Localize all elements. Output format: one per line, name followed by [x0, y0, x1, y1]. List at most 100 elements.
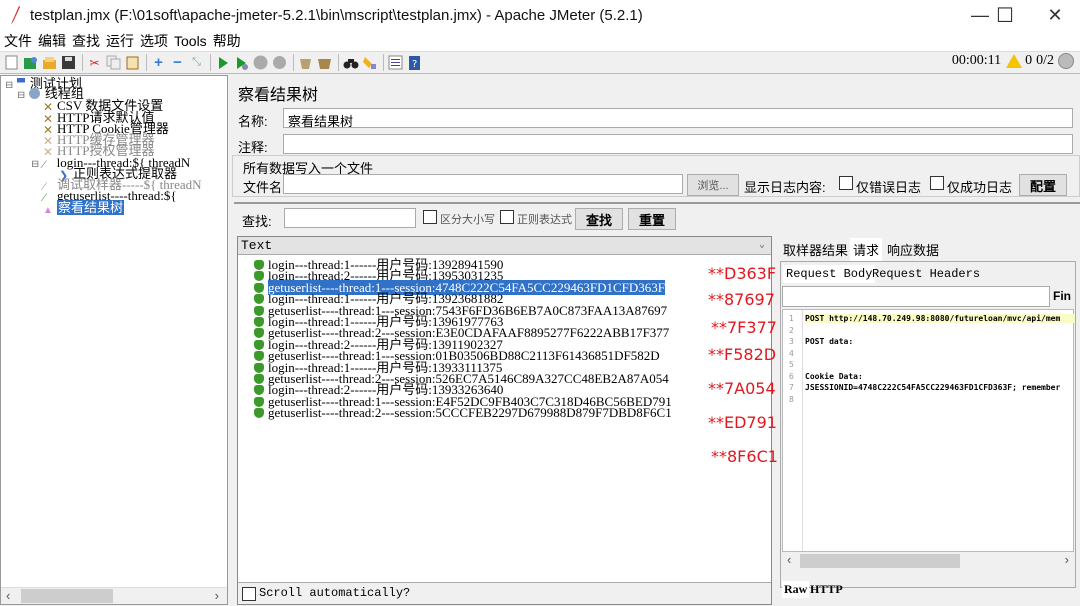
menu-search[interactable]: 查找 — [72, 31, 100, 51]
line-number-gutter — [783, 310, 803, 551]
annotation-suffix: **87697 — [708, 290, 775, 309]
scroll-left-icon[interactable]: ‹ — [6, 588, 10, 604]
tree-item-view-results-tree[interactable]: ▲ 察看结果树 — [43, 200, 125, 216]
jmeter-feather-icon — [11, 6, 20, 24]
tab-request-headers[interactable]: Request Headers — [869, 265, 983, 283]
renderer-select[interactable]: Text ⌄ — [238, 237, 771, 255]
function-helper-icon[interactable] — [387, 54, 404, 71]
comment-field[interactable] — [283, 134, 1073, 154]
scroll-right-icon[interactable]: › — [215, 588, 219, 604]
menu-file[interactable]: 文件 — [4, 31, 32, 51]
errors-only-checkbox[interactable] — [839, 176, 853, 190]
shutdown-icon[interactable] — [271, 54, 288, 71]
case-sensitive-checkbox[interactable] — [423, 210, 437, 224]
status-area: 00:00:11 0 0/2 — [952, 53, 1074, 69]
line-number: 1 — [789, 314, 794, 323]
configure-button[interactable]: 配置 — [1019, 174, 1067, 196]
tab-response-data[interactable]: 响应数据 — [884, 238, 942, 261]
scroll-auto-bar: Scroll automatically? — [238, 582, 771, 604]
scroll-auto-checkbox[interactable] — [242, 587, 256, 601]
success-only-checkbox[interactable] — [930, 176, 944, 190]
request-find-input[interactable] — [782, 286, 1050, 307]
code-line: POST http://148.70.249.98:8080/futureloa… — [805, 314, 1075, 323]
cut-icon[interactable]: ✂ — [86, 54, 103, 71]
tab-request-body[interactable]: Request Body — [783, 265, 876, 283]
filename-label: 文件名 — [243, 180, 283, 195]
warning-count: 0 — [1025, 53, 1033, 68]
test-plan-tree: ⊟ 测试计划 ⊟ 线程组 ✕ CSV 数据文件设置 ✕ HTTP请求默认值 ✕ HTT… — [0, 75, 228, 605]
maximize-button[interactable]: ☐ — [980, 0, 1030, 30]
name-field[interactable]: 察看结果树 — [283, 108, 1073, 129]
menu-bar: 文件 编辑 查找 运行 选项 Tools 帮助 — [0, 30, 1080, 51]
window-title: testplan.jmx (F:\01soft\apache-jmeter-5.… — [30, 6, 643, 24]
scroll-thumb[interactable] — [800, 554, 960, 568]
help-icon[interactable]: ? — [406, 54, 423, 71]
browse-button[interactable]: 浏览... — [687, 174, 739, 196]
menu-options[interactable]: 选项 — [140, 31, 168, 51]
tab-request[interactable]: 请求 — [850, 238, 883, 261]
success-shield-icon — [254, 396, 264, 407]
menu-edit[interactable]: 编辑 — [38, 31, 66, 51]
stop-icon[interactable] — [252, 54, 269, 71]
expand-icon[interactable]: + — [150, 54, 167, 71]
name-label: 名称: — [238, 114, 268, 129]
filename-field[interactable] — [283, 174, 683, 194]
request-find-button[interactable]: Fin — [1053, 289, 1071, 303]
results-pane: Text ⌄ login---thread:1------用户号码:139289… — [237, 236, 772, 605]
close-button[interactable]: ✕ — [1030, 0, 1080, 30]
result-row[interactable]: getuserlist----thread:2---session:5CCCFE… — [254, 406, 672, 419]
success-shield-icon — [254, 260, 264, 270]
code-line: JSESSIONID=4748C222C54FA5CC229463FD1CFD3… — [805, 383, 1061, 392]
start-icon[interactable] — [214, 54, 231, 71]
line-number: 7 — [789, 383, 794, 392]
tree-horizontal-scrollbar[interactable]: ‹ › — [1, 587, 227, 604]
reset-button[interactable]: 重置 — [628, 208, 676, 230]
annotation-suffix: **7F377 — [711, 318, 777, 337]
detail-pane: 取样器结果 请求 响应数据 Request Body Request Heade… — [778, 236, 1080, 605]
collapse-icon[interactable]: − — [169, 54, 186, 71]
thread-count: 0/2 — [1036, 53, 1054, 68]
request-body-editor[interactable]: 1 POST http://148.70.249.98:8080/futurelo… — [782, 309, 1075, 552]
scroll-left-icon[interactable]: ‹ — [787, 552, 791, 568]
toggle-icon[interactable]: ⤡ — [188, 54, 205, 71]
code-line: Cookie Data: — [805, 371, 863, 381]
save-icon[interactable] — [60, 54, 77, 71]
tab-raw[interactable]: Raw — [782, 581, 810, 598]
comment-label: 注释: — [238, 140, 268, 155]
success-shield-icon — [254, 294, 264, 305]
log-content-label: 显示日志内容: — [744, 180, 826, 195]
copy-icon[interactable] — [105, 54, 122, 71]
clear-all-icon[interactable] — [316, 54, 333, 71]
templates-icon[interactable] — [22, 54, 39, 71]
line-number: 2 — [789, 325, 794, 335]
search-input[interactable] — [284, 208, 416, 228]
remote-status-icon[interactable] — [1058, 53, 1074, 69]
annotation-suffix: **F582D — [708, 345, 777, 364]
scroll-thumb[interactable] — [21, 589, 113, 603]
menu-tools[interactable]: Tools — [174, 33, 207, 49]
find-button[interactable]: 查找 — [575, 208, 623, 230]
menu-run[interactable]: 运行 — [106, 31, 134, 51]
editor-horizontal-scrollbar[interactable]: ‹ › — [782, 552, 1074, 569]
new-icon[interactable] — [3, 54, 20, 71]
code-line: POST data: — [805, 337, 854, 346]
scroll-right-icon[interactable]: › — [1065, 552, 1069, 568]
menu-help[interactable]: 帮助 — [213, 31, 241, 51]
chevron-down-icon: ⌄ — [758, 240, 765, 251]
start-no-pause-icon[interactable] — [233, 54, 250, 71]
regex-checkbox[interactable] — [500, 210, 514, 224]
success-shield-icon — [254, 317, 264, 327]
case-sensitive-label: 区分大小写 — [440, 214, 495, 226]
line-number: 5 — [789, 360, 794, 369]
reset-search-icon[interactable] — [361, 54, 378, 71]
search-icon[interactable] — [342, 54, 359, 71]
warning-icon[interactable] — [1006, 54, 1023, 68]
open-icon[interactable] — [41, 54, 58, 71]
tab-sampler-result[interactable]: 取样器结果 — [780, 238, 851, 261]
tab-http[interactable]: HTTP — [808, 581, 845, 598]
title-bar: testplan.jmx (F:\01soft\apache-jmeter-5.… — [0, 0, 1080, 30]
scroll-auto-label: Scroll automatically? — [259, 586, 411, 600]
errors-only-label: 仅错误日志 — [856, 180, 922, 195]
paste-icon[interactable] — [124, 54, 141, 71]
clear-icon[interactable] — [297, 54, 314, 71]
